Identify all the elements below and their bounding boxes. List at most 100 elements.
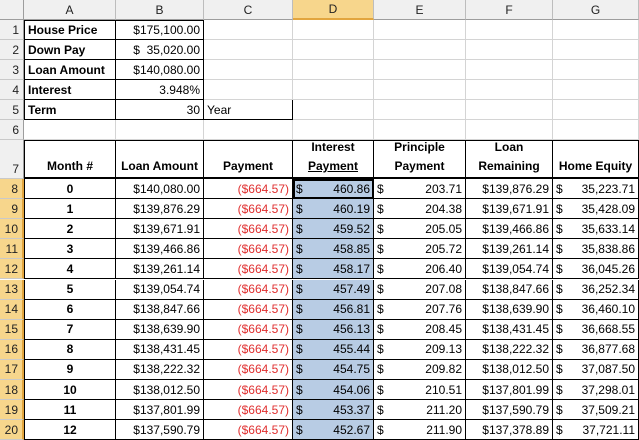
down-pay-label[interactable]: Down Pay xyxy=(24,40,116,60)
row-header[interactable]: 16 xyxy=(0,339,24,360)
principle-payment-cell[interactable]: $211.20 xyxy=(374,400,466,421)
payment-cell[interactable]: ($664.57) xyxy=(204,420,293,440)
home-equity-cell[interactable]: $37,509.21 xyxy=(553,400,639,421)
principle-payment-cell[interactable]: $210.51 xyxy=(374,380,466,400)
column-header-b[interactable]: B xyxy=(116,0,204,20)
column-header-f[interactable]: F xyxy=(466,0,553,20)
cell[interactable] xyxy=(466,80,553,100)
home-equity-cell[interactable]: $35,838.86 xyxy=(553,239,639,260)
loan-remaining-cell[interactable]: $138,847.66 xyxy=(466,279,553,300)
header-payment[interactable]: Payment xyxy=(204,140,293,179)
interest-payment-cell[interactable]: $455.44 xyxy=(293,339,374,360)
row-header[interactable]: 4 xyxy=(0,80,24,100)
cell[interactable] xyxy=(466,100,553,120)
row-header[interactable]: 14 xyxy=(0,299,24,320)
cell[interactable] xyxy=(204,40,293,60)
principle-payment-cell[interactable]: $205.72 xyxy=(374,239,466,260)
loan-remaining-cell[interactable]: $138,222.32 xyxy=(466,339,553,360)
month-cell[interactable]: 4 xyxy=(24,259,116,280)
interest-payment-cell[interactable]: $460.19 xyxy=(293,199,374,220)
row-header[interactable]: 10 xyxy=(0,219,24,240)
row-header[interactable]: 2 xyxy=(0,40,24,60)
loan-amount-cell[interactable]: $138,012.50 xyxy=(116,380,204,400)
cell[interactable] xyxy=(553,20,639,40)
loan-remaining-cell[interactable]: $139,261.14 xyxy=(466,239,553,260)
payment-cell[interactable]: ($664.57) xyxy=(204,359,293,380)
loan-remaining-cell[interactable]: $138,012.50 xyxy=(466,359,553,380)
home-equity-cell[interactable]: $36,668.55 xyxy=(553,319,639,340)
header-month[interactable]: Month # xyxy=(24,140,116,179)
loan-amount-cell[interactable]: $138,847.66 xyxy=(116,299,204,320)
loan-amount-cell[interactable]: $137,590.79 xyxy=(116,420,204,440)
cell[interactable] xyxy=(374,40,466,60)
cell[interactable] xyxy=(116,120,204,140)
header-loan-remaining[interactable]: Loan Remaining xyxy=(466,140,553,179)
loan-remaining-cell[interactable]: $138,639.90 xyxy=(466,299,553,320)
month-cell[interactable]: 6 xyxy=(24,299,116,320)
home-equity-cell[interactable]: $36,460.10 xyxy=(553,299,639,320)
payment-cell[interactable]: ($664.57) xyxy=(204,239,293,260)
interest-payment-cell[interactable]: $453.37 xyxy=(293,400,374,421)
cell[interactable] xyxy=(293,60,374,80)
column-header-d[interactable]: D xyxy=(293,0,374,20)
row-header[interactable]: 19 xyxy=(0,400,24,421)
row-header[interactable]: 20 xyxy=(0,420,24,440)
interest-payment-cell[interactable]: $460.86 xyxy=(293,179,374,199)
month-cell[interactable]: 12 xyxy=(24,420,116,440)
principle-payment-cell[interactable]: $207.08 xyxy=(374,279,466,300)
cell[interactable] xyxy=(374,80,466,100)
row-header[interactable]: 3 xyxy=(0,60,24,80)
loan-remaining-cell[interactable]: $137,590.79 xyxy=(466,400,553,421)
home-equity-cell[interactable]: $37,721.11 xyxy=(553,420,639,440)
loan-amount-cell[interactable]: $138,431.45 xyxy=(116,339,204,360)
header-principle-payment[interactable]: Principle Payment xyxy=(374,140,466,179)
cell[interactable] xyxy=(293,80,374,100)
loan-amount-cell[interactable]: $139,261.14 xyxy=(116,259,204,280)
payment-cell[interactable]: ($664.57) xyxy=(204,179,293,199)
house-price-label[interactable]: House Price xyxy=(24,20,116,40)
cell[interactable] xyxy=(293,100,374,120)
row-header[interactable]: 18 xyxy=(0,380,24,400)
principle-payment-cell[interactable]: $209.13 xyxy=(374,339,466,360)
header-home-equity[interactable]: Home Equity xyxy=(553,140,639,179)
row-header[interactable]: 12 xyxy=(0,259,24,280)
loan-amount-cell[interactable]: $137,801.99 xyxy=(116,400,204,421)
cell[interactable] xyxy=(466,40,553,60)
row-header[interactable]: 11 xyxy=(0,239,24,260)
principle-payment-cell[interactable]: $205.05 xyxy=(374,219,466,240)
cell[interactable] xyxy=(204,20,293,40)
row-header[interactable]: 7 xyxy=(0,140,24,179)
home-equity-cell[interactable]: $37,298.01 xyxy=(553,380,639,400)
loan-amount-cell[interactable]: $139,876.29 xyxy=(116,199,204,220)
loan-remaining-cell[interactable]: $139,876.29 xyxy=(466,179,553,199)
cell[interactable] xyxy=(466,60,553,80)
loan-amount-value[interactable]: $140,080.00 xyxy=(116,60,204,80)
row-header[interactable]: 5 xyxy=(0,100,24,120)
home-equity-cell[interactable]: $36,045.26 xyxy=(553,259,639,280)
cell[interactable] xyxy=(553,120,639,140)
row-header[interactable]: 1 xyxy=(0,20,24,40)
principle-payment-cell[interactable]: $208.45 xyxy=(374,319,466,340)
month-cell[interactable]: 8 xyxy=(24,339,116,360)
payment-cell[interactable]: ($664.57) xyxy=(204,219,293,240)
payment-cell[interactable]: ($664.57) xyxy=(204,400,293,421)
row-header[interactable]: 15 xyxy=(0,319,24,340)
payment-cell[interactable]: ($664.57) xyxy=(204,319,293,340)
month-cell[interactable]: 11 xyxy=(24,400,116,421)
home-equity-cell[interactable]: $35,633.14 xyxy=(553,219,639,240)
loan-remaining-cell[interactable]: $137,801.99 xyxy=(466,380,553,400)
interest-payment-cell[interactable]: $454.75 xyxy=(293,359,374,380)
month-cell[interactable]: 7 xyxy=(24,319,116,340)
payment-cell[interactable]: ($664.57) xyxy=(204,380,293,400)
cell[interactable] xyxy=(204,120,293,140)
column-header-e[interactable]: E xyxy=(374,0,466,20)
row-header[interactable]: 9 xyxy=(0,199,24,220)
month-cell[interactable]: 10 xyxy=(24,380,116,400)
home-equity-cell[interactable]: $37,087.50 xyxy=(553,359,639,380)
interest-payment-cell[interactable]: $458.17 xyxy=(293,259,374,280)
principle-payment-cell[interactable]: $209.82 xyxy=(374,359,466,380)
interest-payment-cell[interactable]: $452.67 xyxy=(293,420,374,440)
month-cell[interactable]: 5 xyxy=(24,279,116,300)
cell[interactable] xyxy=(293,20,374,40)
interest-payment-cell[interactable]: $458.85 xyxy=(293,239,374,260)
